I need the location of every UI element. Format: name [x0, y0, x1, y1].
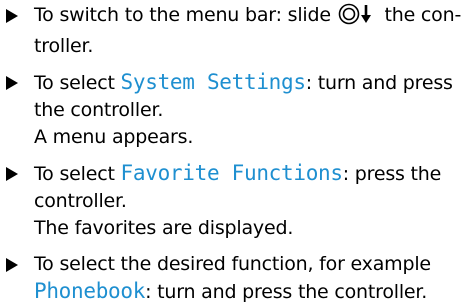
controller-slide-down-icon	[338, 3, 378, 33]
step-result: A menu appears.	[34, 126, 194, 148]
step-arrow-icon	[6, 258, 18, 272]
display-text-favorite-functions: Favorite Functions	[120, 161, 343, 185]
step-text-prefix: To select the desired function, for exam…	[34, 253, 431, 275]
step-text-suffix: : turn and press the controller.	[145, 281, 428, 303]
display-text-phonebook: Phonebook	[34, 279, 146, 303]
step-switch-to-menu-bar: To switch to the menu bar: slide the con…	[0, 2, 466, 60]
step-select-system-settings: To select System Settings: turn and pres…	[0, 69, 466, 151]
step-text-prefix: To select	[34, 72, 121, 94]
step-result: The favorites are displayed.	[34, 217, 294, 239]
step-text: To switch to the menu bar: slide	[34, 4, 337, 26]
step-arrow-icon	[6, 9, 18, 23]
step-arrow-icon	[6, 167, 18, 181]
step-select-favorite-functions: To select Favorite Functions: press the …	[0, 160, 466, 242]
instruction-list: To switch to the menu bar: slide the con…	[0, 2, 466, 306]
step-arrow-icon	[6, 76, 18, 90]
step-select-desired-function: To select the desired function, for exam…	[0, 251, 466, 306]
step-text-prefix: To select	[34, 163, 121, 185]
display-text-system-settings: System Settings	[120, 70, 306, 94]
